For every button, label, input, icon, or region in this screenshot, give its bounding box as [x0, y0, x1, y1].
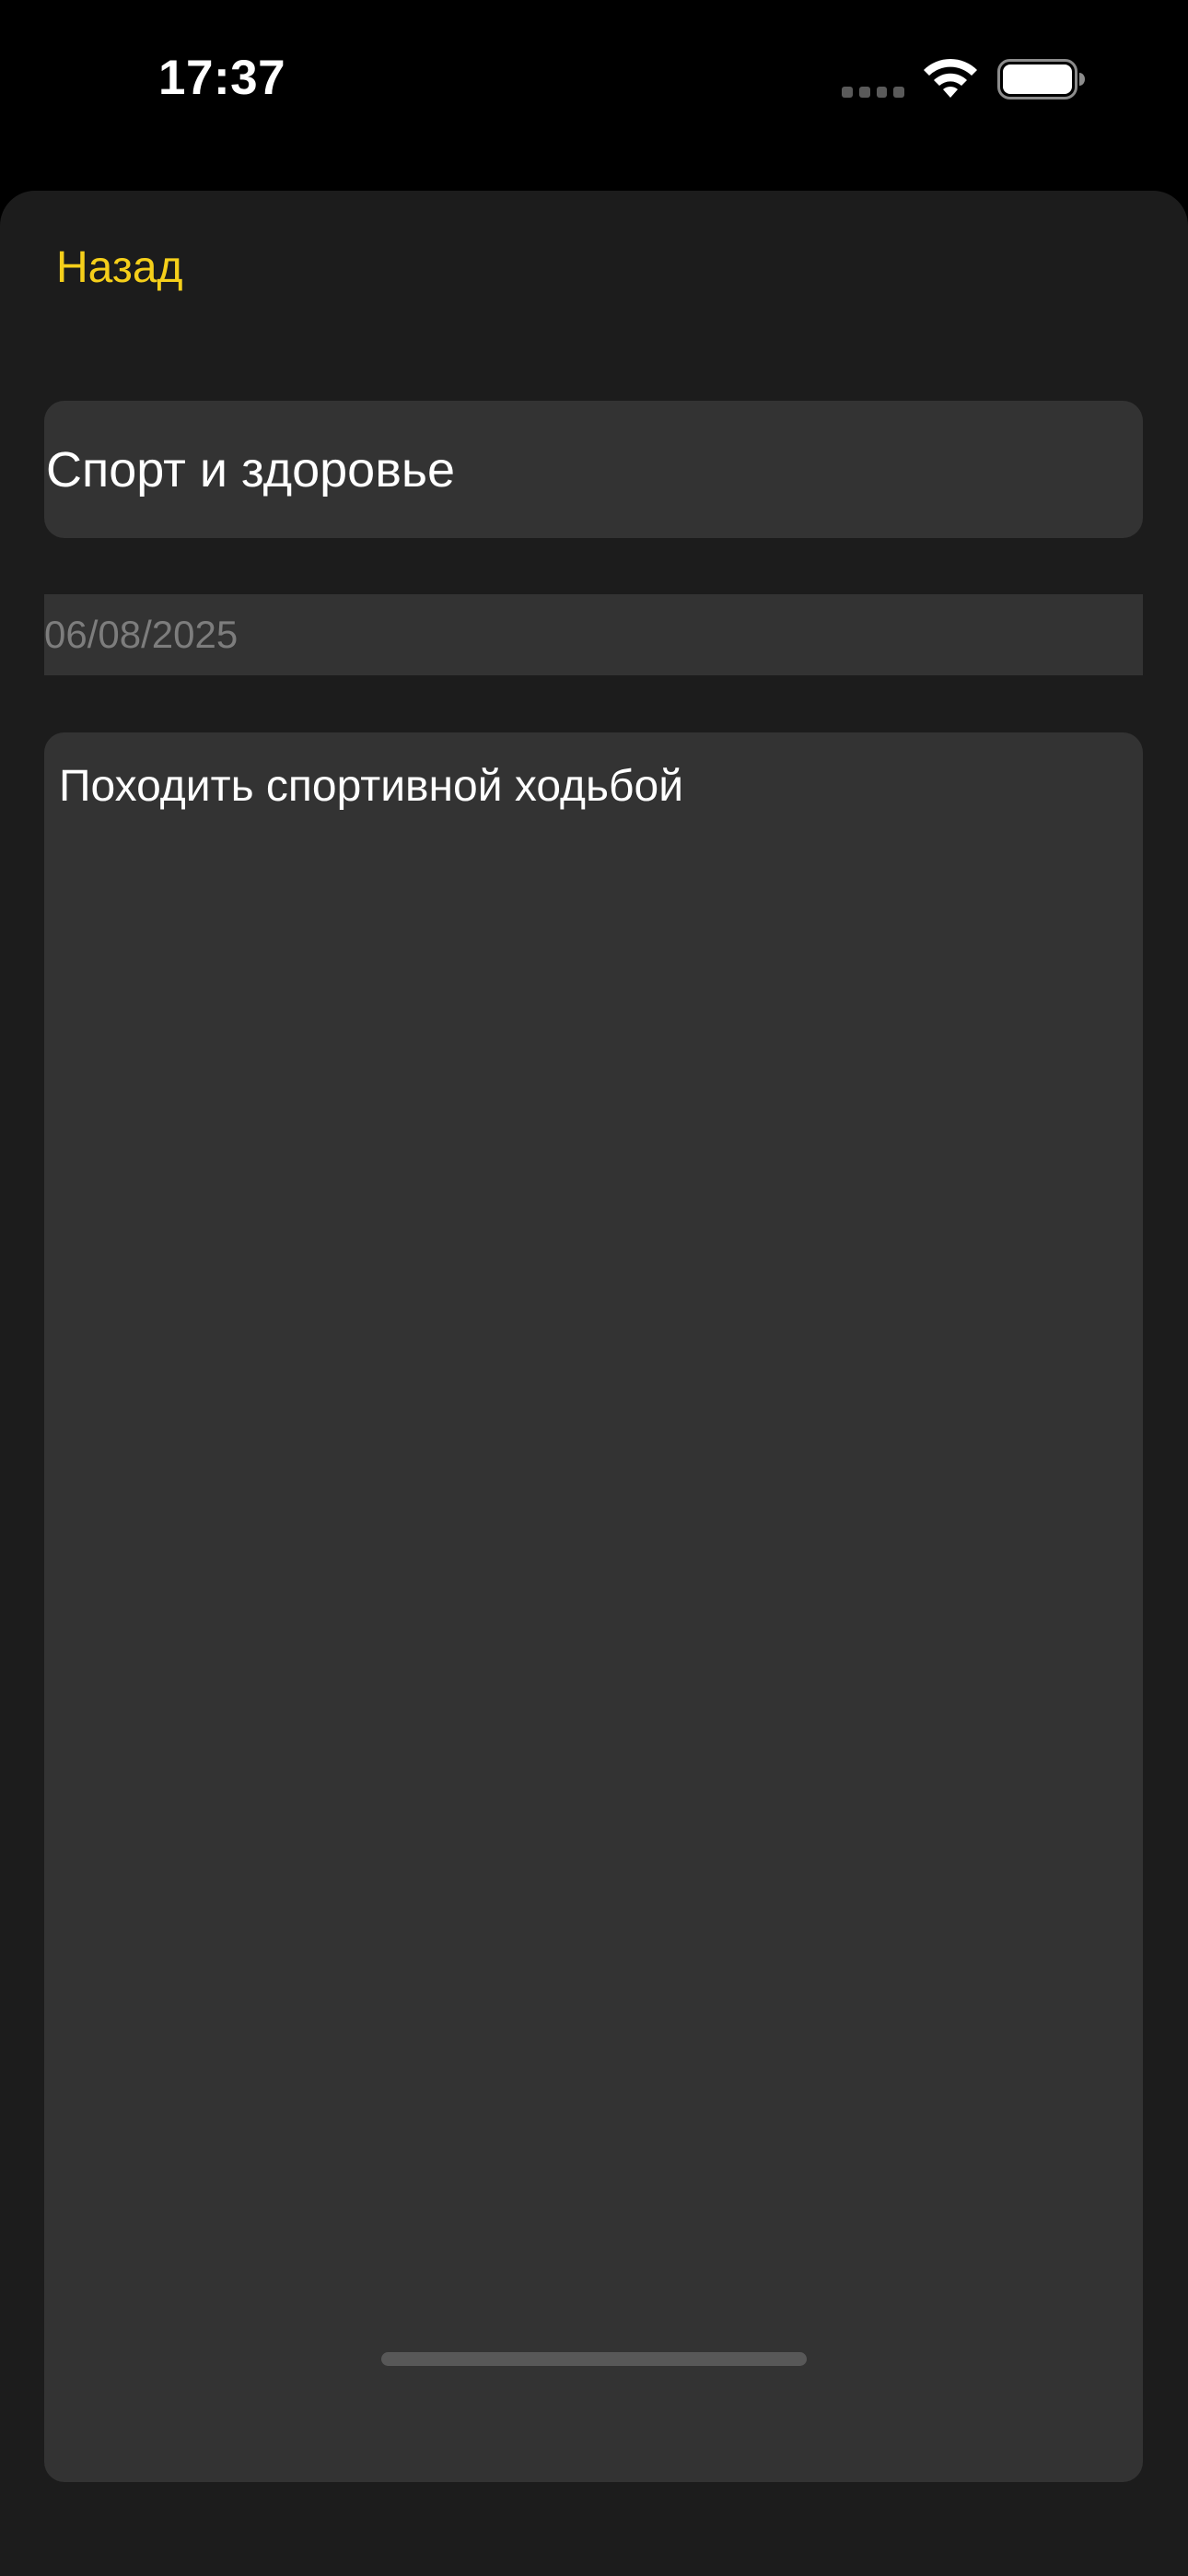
- date-field-value: 06/08/2025: [44, 613, 239, 656]
- title-field[interactable]: Спорт и здоровье: [44, 401, 1143, 538]
- back-button[interactable]: Назад: [56, 246, 183, 290]
- note-body-text: Походить спортивной ходьбой: [59, 762, 683, 811]
- signal-icon: [842, 87, 904, 98]
- battery-icon: [997, 59, 1085, 100]
- status-time: 17:37: [158, 51, 286, 105]
- title-field-value: Спорт и здоровье: [46, 441, 456, 498]
- editor-sheet: Назад Спорт и здоровье 06/08/2025 Походи…: [0, 191, 1188, 2576]
- note-body-field[interactable]: Походить спортивной ходьбой: [44, 732, 1143, 2482]
- date-field[interactable]: 06/08/2025: [44, 594, 1143, 675]
- wifi-icon: [924, 58, 977, 98]
- home-indicator[interactable]: [381, 2352, 807, 2366]
- status-bar: 17:37: [0, 0, 1188, 189]
